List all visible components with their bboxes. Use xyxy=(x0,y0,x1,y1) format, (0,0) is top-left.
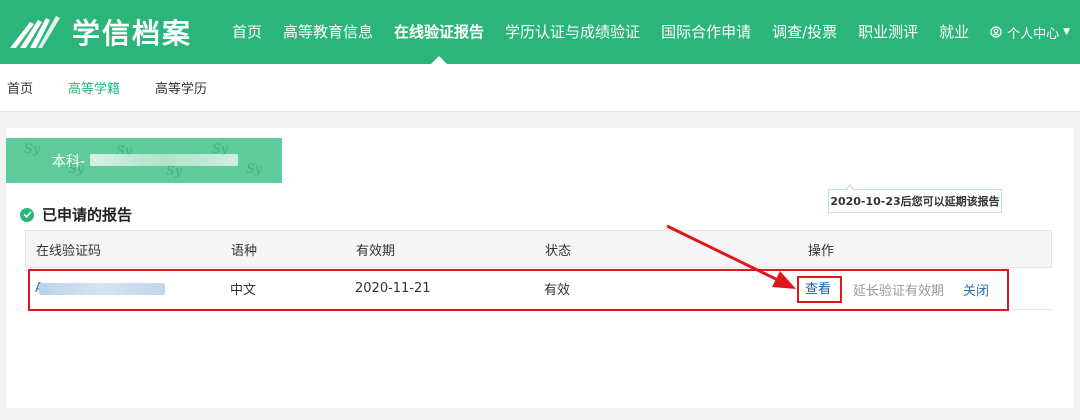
chevron-down-icon: ▼ xyxy=(1063,27,1070,37)
nav-item-career-test[interactable]: 职业测评 xyxy=(858,0,918,64)
extend-tooltip: 2020-10-23后您可以延期该报告 xyxy=(828,184,1002,213)
sub-nav: 首页 高等学籍 高等学历 xyxy=(0,64,1080,112)
section-title: 已申请的报告 xyxy=(20,204,132,225)
logo[interactable]: 学信档案 xyxy=(8,12,192,52)
header-status: 状态 xyxy=(545,243,572,259)
nav-item-international[interactable]: 国际合作申请 xyxy=(661,0,751,64)
check-circle-icon xyxy=(20,207,34,222)
view-highlight-box xyxy=(797,276,842,303)
main-panel: Sy Sy Sy Sy Sy Sy 本科- 已申请的报告 在线验证码 语种 有效… xyxy=(6,128,1074,408)
row-highlight-box xyxy=(28,269,1009,311)
logo-text: 学信档案 xyxy=(72,17,193,50)
nav-item-survey[interactable]: 调查/投票 xyxy=(772,0,837,64)
degree-banner: Sy Sy Sy Sy Sy Sy 本科- xyxy=(6,138,282,183)
nav-item-higher-education[interactable]: 高等教育信息 xyxy=(283,0,373,64)
section-title-text: 已申请的报告 xyxy=(42,206,133,224)
header-code: 在线验证码 xyxy=(36,243,102,259)
subnav-item-enrollment[interactable]: 高等学籍 xyxy=(68,78,120,97)
user-center-menu[interactable]: 个人中心 ▼ xyxy=(990,0,1070,64)
table-header: 在线验证码 语种 有效期 状态 操作 xyxy=(25,230,1052,268)
header-expiry: 有效期 xyxy=(356,243,396,259)
header-actions: 操作 xyxy=(808,243,835,259)
nav-item-employment[interactable]: 就业 xyxy=(939,0,969,64)
nav-item-home[interactable]: 首页 xyxy=(232,0,262,64)
degree-label: 本科- xyxy=(52,154,86,170)
user-icon xyxy=(990,26,1002,38)
nav-item-online-report[interactable]: 在线验证报告 xyxy=(394,0,484,64)
user-center-label: 个人中心 xyxy=(1007,26,1060,42)
main-nav: 首页 高等教育信息 在线验证报告 学历认证与成绩验证 国际合作申请 调查/投票 … xyxy=(232,0,990,64)
top-nav-bar: 学信档案 首页 高等教育信息 在线验证报告 学历认证与成绩验证 国际合作申请 调… xyxy=(0,0,1080,64)
subnav-item-home[interactable]: 首页 xyxy=(7,78,33,97)
subnav-item-degree[interactable]: 高等学历 xyxy=(155,78,207,97)
header-language: 语种 xyxy=(231,243,258,259)
book-logo-icon xyxy=(10,16,60,48)
redacted-name xyxy=(90,154,238,166)
nav-item-certification[interactable]: 学历认证与成绩验证 xyxy=(505,0,640,64)
